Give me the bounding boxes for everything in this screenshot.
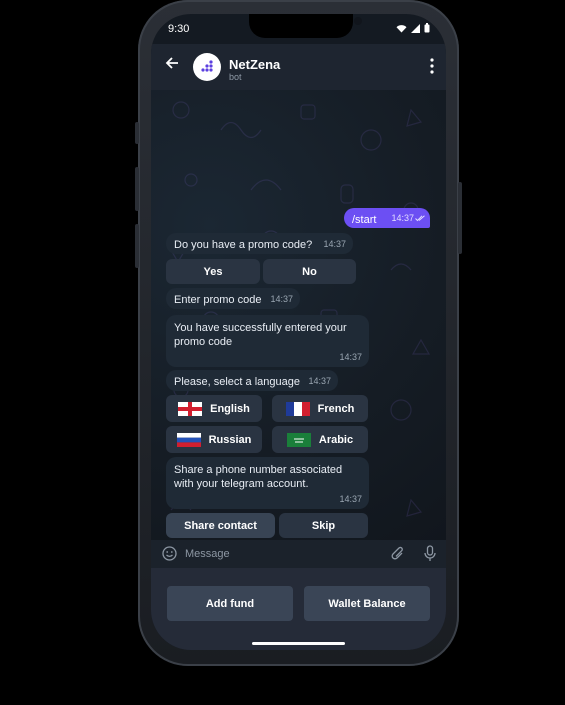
chat-header: NetZena bot	[151, 44, 446, 90]
read-checkmarks-icon	[415, 215, 425, 222]
language-button-arabic[interactable]: Arabic	[272, 426, 368, 453]
bot-avatar[interactable]	[193, 53, 221, 81]
home-indicator[interactable]	[252, 642, 345, 645]
message-input-bar: Message	[151, 540, 446, 568]
button-label: Share contact	[184, 519, 257, 532]
russia-flag-icon	[176, 432, 201, 447]
message-incoming: Do you have a promo code? 14:37	[166, 233, 353, 254]
chat-area[interactable]: /start 14:37 Do you have a promo code? 1…	[151, 90, 446, 540]
inline-button-no[interactable]: No	[263, 259, 356, 284]
button-label: No	[302, 265, 317, 278]
chat-subtitle: bot	[229, 72, 242, 82]
button-label: English	[210, 402, 250, 415]
side-button	[135, 224, 139, 268]
more-menu-icon[interactable]	[430, 57, 434, 75]
side-button	[458, 182, 462, 254]
message-time: 14:37	[391, 213, 414, 223]
chat-title[interactable]: NetZena	[229, 57, 280, 72]
skip-button[interactable]: Skip	[279, 513, 368, 538]
netzena-logo-icon	[201, 60, 213, 72]
message-time: 14:37	[339, 352, 362, 362]
button-label: Russian	[208, 433, 252, 446]
message-incoming: Share a phone number associated with you…	[166, 457, 369, 509]
message-time: 14:37	[339, 494, 362, 504]
message-incoming: Please, select a language 14:37	[166, 370, 338, 391]
button-label: Yes	[203, 265, 223, 278]
message-incoming: Enter promo code 14:37	[166, 288, 300, 309]
back-arrow-icon[interactable]	[165, 56, 179, 75]
attachment-icon[interactable]	[391, 546, 405, 562]
wallet-balance-button[interactable]: Wallet Balance	[304, 586, 430, 621]
message-text: Enter promo code	[174, 294, 262, 306]
phone-screen: 9:30 NetZena bot /start 14:37 Do you hav…	[151, 14, 446, 650]
language-button-english[interactable]: English	[166, 395, 262, 422]
battery-icon	[424, 23, 430, 33]
france-flag-icon	[285, 401, 310, 416]
add-fund-button[interactable]: Add fund	[167, 586, 293, 621]
message-time: 14:37	[308, 376, 331, 386]
button-label: Skip	[311, 519, 336, 532]
share-contact-button[interactable]: Share contact	[166, 513, 275, 538]
language-button-french[interactable]: French	[272, 395, 368, 422]
button-label: Arabic	[318, 433, 354, 446]
england-flag-icon	[178, 401, 203, 416]
wifi-icon	[396, 24, 407, 32]
signal-icon	[411, 23, 420, 33]
button-label: Add fund	[205, 597, 255, 610]
message-text: Do you have a promo code?	[174, 239, 313, 251]
message-input[interactable]: Message	[185, 548, 230, 560]
status-time: 9:30	[168, 23, 190, 35]
status-icons	[396, 23, 430, 33]
saudi-flag-icon	[286, 432, 311, 447]
notch	[249, 14, 362, 38]
inline-button-yes[interactable]: Yes	[166, 259, 260, 284]
message-time: 14:37	[270, 294, 293, 304]
front-camera	[354, 17, 362, 25]
message-text: /start	[352, 214, 377, 226]
language-button-russian[interactable]: Russian	[166, 426, 262, 453]
side-button	[135, 167, 139, 211]
reply-keyboard: Add fund Wallet Balance	[151, 568, 446, 650]
message-time: 14:37	[323, 239, 346, 249]
microphone-icon[interactable]	[424, 545, 436, 562]
message-text: You have successfully entered your promo…	[174, 322, 347, 348]
message-text: Please, select a language	[174, 376, 300, 388]
message-incoming: You have successfully entered your promo…	[166, 315, 369, 367]
emoji-icon[interactable]	[162, 546, 177, 561]
button-label: French	[317, 402, 355, 415]
button-label: Wallet Balance	[328, 597, 406, 610]
message-outgoing: /start 14:37	[344, 208, 430, 228]
message-text: Share a phone number associated with you…	[174, 464, 343, 490]
status-bar: 9:30	[151, 14, 446, 44]
side-button	[135, 122, 139, 144]
